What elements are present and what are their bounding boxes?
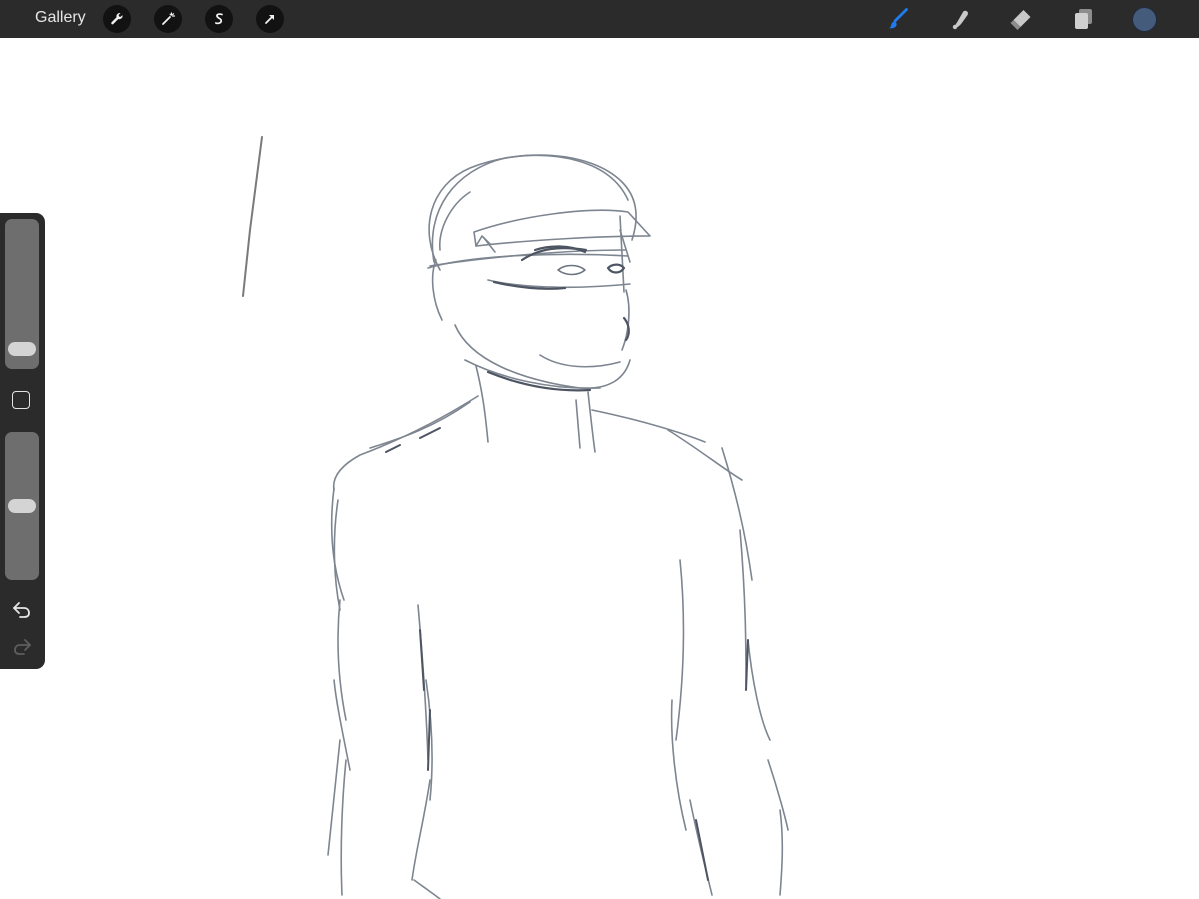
redo-arrow-icon[interactable]	[10, 635, 34, 657]
magic-wand-icon[interactable]	[154, 5, 182, 33]
left-sidebar	[0, 213, 45, 669]
wrench-icon[interactable]	[103, 5, 131, 33]
color-picker-button[interactable]	[1132, 7, 1157, 32]
opacity-thumb[interactable]	[8, 499, 36, 513]
layers-icon[interactable]	[1068, 5, 1098, 33]
smudge-icon[interactable]	[945, 5, 975, 33]
drawing-canvas[interactable]	[0, 38, 1199, 899]
top-toolbar: Gallery	[0, 0, 1199, 38]
brush-size-slider[interactable]	[5, 219, 39, 369]
transform-arrow-icon[interactable]	[256, 5, 284, 33]
gallery-button[interactable]: Gallery	[35, 9, 86, 27]
undo-arrow-icon[interactable]	[10, 598, 34, 620]
square-icon[interactable]	[12, 391, 30, 409]
brush-size-thumb[interactable]	[8, 341, 36, 356]
selection-s-icon[interactable]	[205, 5, 233, 33]
opacity-slider[interactable]	[5, 432, 39, 580]
brush-icon[interactable]	[884, 5, 914, 33]
sketch-drawing	[242, 136, 789, 899]
eraser-icon[interactable]	[1006, 5, 1036, 33]
